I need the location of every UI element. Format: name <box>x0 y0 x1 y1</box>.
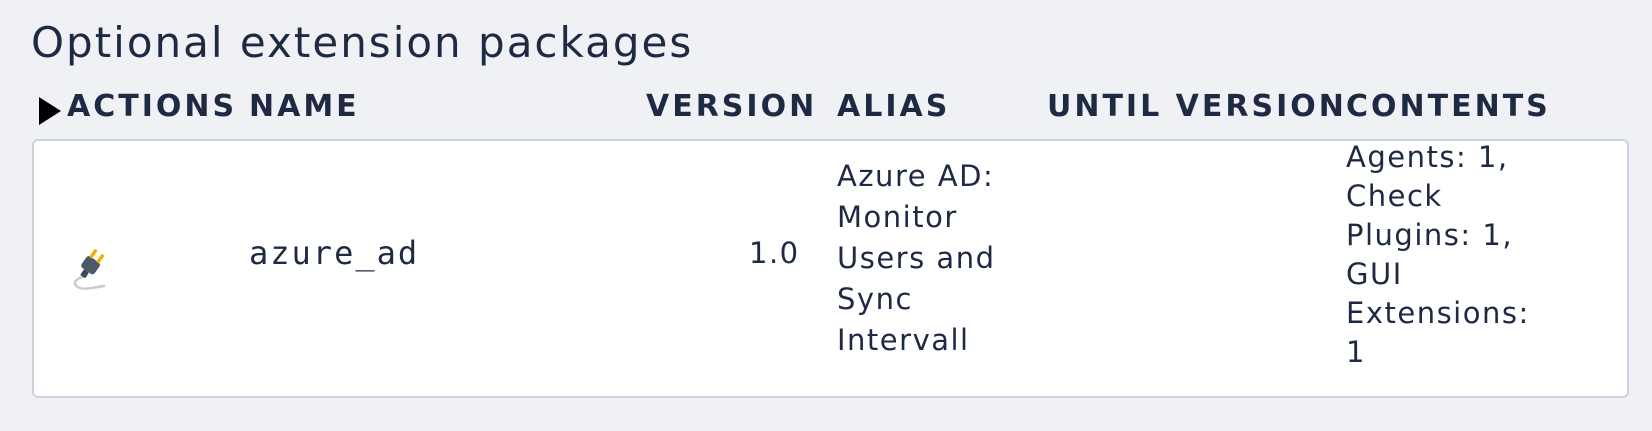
alias-line: Monitor <box>837 200 958 234</box>
package-name: azure_ad <box>249 234 420 272</box>
alias-line: Azure AD: <box>837 159 995 193</box>
contents-line: Agents: 1, <box>1346 140 1509 174</box>
column-header-contents[interactable]: CONTENTS <box>1346 88 1551 126</box>
alias-line: Intervall <box>837 323 970 357</box>
column-header-actions: ACTIONS <box>67 89 238 124</box>
alias-line: Sync <box>837 282 913 316</box>
extension-packages-page: Optional extension packages ACTIONS NAME… <box>0 0 1652 431</box>
contents-line: GUI <box>1346 257 1403 291</box>
column-header-name[interactable]: NAME <box>249 88 360 126</box>
column-header-version[interactable]: VERSION <box>646 88 817 126</box>
package-version: 1.0 <box>749 236 800 270</box>
contents-line: Plugins: 1, <box>1346 218 1514 252</box>
alias-line: Users and <box>837 241 996 275</box>
package-contents: Agents: 1, Check Plugins: 1, GUI Extensi… <box>1346 138 1530 372</box>
toggle-actions-triangle-icon[interactable] <box>39 97 61 125</box>
contents-line: Extensions: <box>1346 296 1530 330</box>
contents-line: Check <box>1346 179 1443 213</box>
package-alias: Azure AD: Monitor Users and Sync Interva… <box>837 156 996 361</box>
column-header-alias[interactable]: ALIAS <box>837 88 950 126</box>
page-title: Optional extension packages <box>31 18 694 67</box>
plug-icon[interactable] <box>66 244 114 292</box>
column-header-until-version[interactable]: UNTIL VERSION <box>1047 88 1347 126</box>
contents-line: 1 <box>1346 335 1366 369</box>
